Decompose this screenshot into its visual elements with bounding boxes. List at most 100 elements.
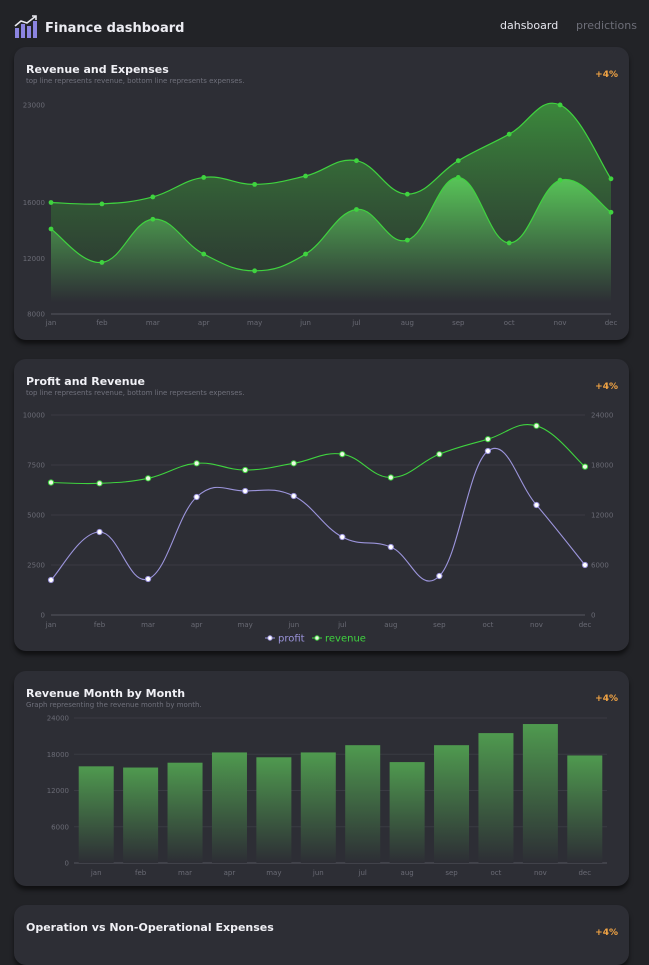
- revenue-monthly-card: Revenue Month by Month Graph representin…: [14, 671, 629, 886]
- revenue-point: [144, 475, 152, 482]
- x-tick-label: apr: [198, 319, 210, 327]
- revenue-point: [557, 102, 563, 108]
- revenue-point: [455, 158, 461, 164]
- x-tick-label: apr: [191, 621, 203, 629]
- profit-revenue-chart: 0 2500 5000 7500 10000 0 6000 12000 18000 24000 ja…: [23, 412, 614, 645]
- x-tick-label: nov: [530, 621, 543, 629]
- y-left-tick-label: 10000: [23, 412, 45, 420]
- expenses-point: [455, 175, 461, 180]
- profit-point: [242, 487, 249, 495]
- revenue-bar: [123, 767, 159, 863]
- expenses-point: [201, 251, 207, 257]
- y-right-tick-label: 0: [591, 612, 595, 620]
- operational-expenses-card: Operation vs Non-Operational Expenses +4…: [14, 905, 629, 965]
- profit-point: [144, 575, 152, 583]
- y-tick-label: 18000: [47, 751, 69, 759]
- app-title: Finance dashboard: [45, 21, 185, 36]
- legend-revenue-label: revenue: [325, 634, 366, 645]
- y-tick-label: 8000: [27, 311, 45, 319]
- x-tick-label: jun: [312, 869, 324, 877]
- revenue-point: [581, 463, 589, 470]
- revenue-point: [608, 176, 614, 182]
- expenses-point: [608, 209, 614, 215]
- legend-revenue-marker: [314, 635, 320, 641]
- y-tick-label: 16000: [23, 199, 45, 207]
- expenses-point: [506, 240, 512, 246]
- x-tick-label: jun: [299, 319, 311, 327]
- x-tick-label: aug: [384, 621, 397, 629]
- profit-point: [581, 561, 589, 569]
- expenses-point: [150, 216, 156, 222]
- profit-point: [533, 501, 540, 509]
- card-title: Operation vs Non-Operational Expenses: [26, 921, 274, 934]
- expenses-point: [303, 251, 308, 257]
- revenue-point: [533, 422, 540, 429]
- expenses-point: [252, 268, 258, 274]
- y-left-tick-label: 7500: [27, 462, 45, 470]
- expenses-point: [99, 260, 105, 265]
- x-tick-label: jul: [351, 319, 360, 327]
- nav-dashboard-link[interactable]: dahsboard: [500, 19, 558, 32]
- y-left-tick-label: 5000: [27, 512, 45, 520]
- change-badge: +4%: [595, 928, 618, 938]
- x-tick-label: mar: [141, 621, 155, 629]
- x-tick-label: mar: [178, 869, 192, 877]
- x-tick-label: oct: [504, 319, 515, 327]
- x-tick-label: dec: [605, 319, 618, 327]
- revenue-point: [387, 474, 394, 481]
- y-left-tick-label: 0: [41, 612, 45, 620]
- y-tick-label: 0: [65, 860, 69, 868]
- nav-predictions-link[interactable]: predictions: [576, 19, 637, 32]
- revenue-monthly-chart: 0 6000 12000 18000 24000 jan feb mar apr may jun ju…: [47, 715, 607, 877]
- revenue-bar: [256, 757, 292, 863]
- x-tick-label: may: [247, 319, 262, 327]
- x-tick-label: may: [238, 621, 253, 629]
- chart-growth-icon: [14, 15, 37, 38]
- x-tick-label: nov: [554, 319, 567, 327]
- expenses-point: [557, 177, 563, 183]
- y-tick-label: 12000: [47, 787, 69, 795]
- x-tick-label: may: [266, 869, 281, 877]
- x-tick-label: jul: [358, 869, 367, 877]
- revenue-bar: [345, 745, 381, 863]
- x-tick-label: aug: [401, 869, 414, 877]
- x-tick-label: apr: [224, 869, 236, 877]
- revenue-point: [354, 158, 359, 164]
- revenue-bar: [478, 733, 514, 863]
- revenue-point: [242, 466, 249, 474]
- expenses-point: [48, 226, 54, 232]
- revenue-bar: [434, 745, 470, 863]
- y-tick-label: 24000: [47, 715, 69, 723]
- y-tick-label: 12000: [23, 255, 45, 263]
- top-bar: Finance dashboard dahsboard predictions: [0, 0, 649, 46]
- x-tick-label: sep: [433, 621, 446, 629]
- profit-point: [339, 533, 346, 541]
- x-tick-label: dec: [579, 621, 592, 629]
- revenue-bar: [78, 766, 114, 863]
- revenue-point: [150, 194, 156, 200]
- x-tick-label: jan: [45, 621, 57, 629]
- y-left-tick-label: 2500: [27, 562, 45, 570]
- revenue-expenses-card: Revenue and Expenses top line represents…: [14, 47, 629, 340]
- revenue-bar: [522, 724, 558, 863]
- revenue-point: [96, 480, 103, 487]
- revenue-point: [404, 191, 410, 197]
- expenses-point: [404, 237, 410, 243]
- revenue-bar: [300, 752, 336, 863]
- x-tick-label: mar: [146, 319, 160, 327]
- revenue-point: [290, 460, 297, 467]
- y-right-tick-label: 6000: [591, 562, 609, 570]
- x-tick-label: nov: [534, 869, 547, 877]
- revenue-point: [48, 200, 54, 205]
- revenue-expenses-chart: 8000 12000 16000 23000 jan feb mar apr may jun jul…: [23, 101, 618, 327]
- profit-point: [484, 447, 492, 455]
- revenue-point: [484, 436, 492, 443]
- x-tick-label: jan: [90, 869, 102, 877]
- expenses-point: [354, 207, 359, 212]
- profit-revenue-card: Profit and Revenue top line represents r…: [14, 359, 629, 651]
- revenue-point: [252, 181, 258, 187]
- profit-point: [436, 572, 443, 580]
- x-tick-label: jan: [45, 319, 57, 327]
- x-tick-label: feb: [96, 319, 108, 327]
- revenue-point: [339, 451, 346, 458]
